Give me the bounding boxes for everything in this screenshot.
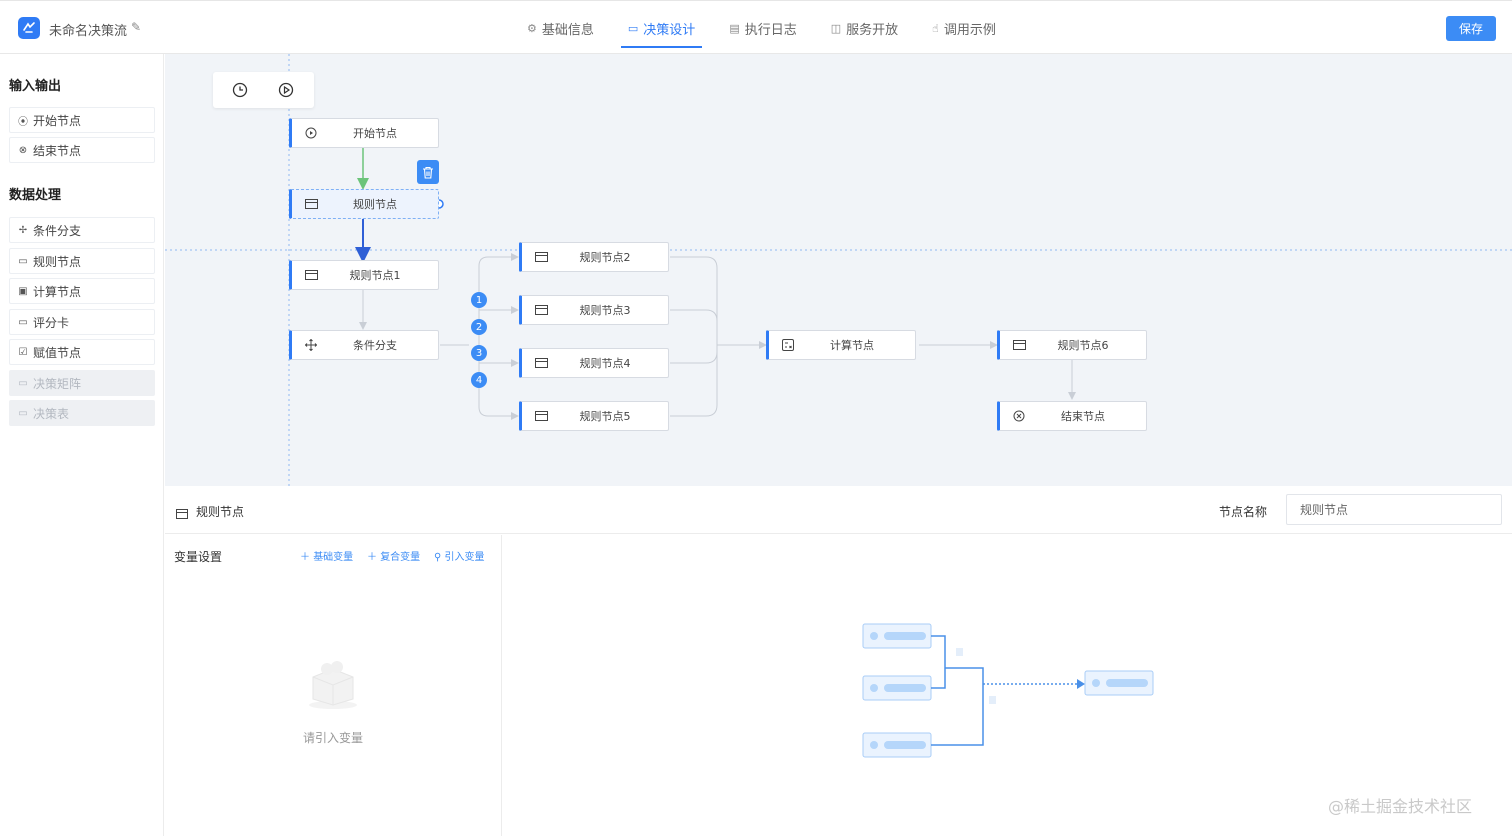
section-title-io: 输入输出 bbox=[9, 79, 62, 94]
app-logo-icon bbox=[18, 17, 40, 39]
thumb-icon: ☝ bbox=[932, 21, 939, 35]
main-tabs: ⚙ 基础信息 ▭ 决策设计 ▤ 执行日志 ◫ 服务开放 ☝ 调用示例 bbox=[510, 1, 1013, 55]
flow-node-rule1[interactable]: 规则节点1 bbox=[289, 260, 439, 290]
add-composite-variable-link[interactable]: ＋ 复合变量 bbox=[367, 548, 420, 563]
flow-node-rule2[interactable]: 规则节点2 bbox=[519, 242, 669, 272]
document-icon: ▤ bbox=[729, 21, 740, 35]
palette-item-scorecard[interactable]: ▭ 评分卡 bbox=[9, 309, 155, 335]
card-icon bbox=[534, 251, 548, 263]
edit-square-icon: ☑ bbox=[18, 346, 28, 358]
branch-badge-2[interactable]: 2 bbox=[471, 319, 487, 335]
node-palette: 输入输出 ⦿ 开始节点 ⊗ 结束节点 数据处理 ✢ 条件分支 ▭ 规则节点 ▣ 计算节点 … bbox=[0, 54, 164, 836]
tab-decision-design[interactable]: ▭ 决策设计 bbox=[611, 1, 712, 55]
top-bar: 未命名决策流 ✎ ⚙ 基础信息 ▭ 决策设计 ▤ 执行日志 ◫ 服务开放 ☝ 调用示例 保… bbox=[0, 0, 1512, 54]
card-icon bbox=[1012, 339, 1026, 351]
card-icon bbox=[304, 269, 318, 281]
empty-box-icon bbox=[309, 661, 357, 709]
trash-icon bbox=[423, 166, 433, 179]
flow-node-branch[interactable]: 条件分支 bbox=[289, 330, 439, 360]
save-button[interactable]: 保存 bbox=[1446, 16, 1496, 41]
play-circle-icon bbox=[304, 127, 318, 139]
close-circle-icon bbox=[1012, 410, 1026, 422]
calculator-icon bbox=[781, 339, 795, 351]
palette-item-end[interactable]: ⊗ 结束节点 bbox=[9, 137, 155, 163]
branch-badge-1[interactable]: 1 bbox=[471, 292, 487, 308]
close-circle-icon: ⊗ bbox=[18, 144, 28, 156]
node-name-input[interactable] bbox=[1286, 494, 1502, 525]
flow-node-rule-selected[interactable]: 规则节点 bbox=[289, 189, 439, 219]
flow-node-rule5[interactable]: 规则节点5 bbox=[519, 401, 669, 431]
import-variable-link[interactable]: ⚲ 引入变量 bbox=[434, 548, 485, 563]
card-icon bbox=[534, 304, 548, 316]
delete-node-button[interactable] bbox=[417, 160, 439, 184]
card-icon bbox=[534, 357, 548, 369]
branch-badge-4[interactable]: 4 bbox=[471, 372, 487, 388]
empty-flow-illustration bbox=[862, 623, 1154, 758]
branch-badge-3[interactable]: 3 bbox=[471, 345, 487, 361]
card-icon: ▭ bbox=[18, 255, 28, 267]
palette-item-assign[interactable]: ☑ 赋值节点 bbox=[9, 339, 155, 365]
design-icon: ▭ bbox=[627, 21, 639, 35]
app-title: 未命名决策流 bbox=[49, 24, 128, 39]
watermark: @稀土掘金技术社区 bbox=[1328, 797, 1473, 816]
card-icon: ▭ bbox=[18, 377, 28, 389]
calculator-icon: ▣ bbox=[18, 285, 28, 297]
gear-icon: ⚙ bbox=[527, 21, 537, 35]
tab-basic-info[interactable]: ⚙ 基础信息 bbox=[510, 1, 611, 55]
palette-item-table: ▭ 决策表 bbox=[9, 400, 155, 426]
history-icon[interactable] bbox=[230, 80, 250, 100]
card-icon bbox=[534, 410, 548, 422]
node-panel-header: 规则节点 节点名称 bbox=[165, 487, 1512, 534]
palette-item-branch[interactable]: ✢ 条件分支 bbox=[9, 217, 155, 243]
run-icon[interactable] bbox=[276, 80, 296, 100]
palette-item-start[interactable]: ⦿ 开始节点 bbox=[9, 107, 155, 133]
move-icon bbox=[304, 339, 318, 351]
card-icon bbox=[304, 198, 318, 210]
flow-node-calc[interactable]: 计算节点 bbox=[766, 330, 916, 360]
tab-execution-log[interactable]: ▤ 执行日志 bbox=[712, 1, 813, 55]
book-icon: ◫ bbox=[830, 21, 842, 35]
flow-node-rule6[interactable]: 规则节点6 bbox=[997, 330, 1147, 360]
card-icon bbox=[176, 504, 188, 523]
flow-node-rule4[interactable]: 规则节点4 bbox=[519, 348, 669, 378]
flow-node-start[interactable]: 开始节点 bbox=[289, 118, 439, 148]
play-circle-icon: ⦿ bbox=[18, 116, 28, 128]
canvas-toolbar bbox=[213, 72, 314, 108]
node-name-label: 节点名称 bbox=[1219, 505, 1268, 519]
empty-state-text: 请引入变量 bbox=[303, 731, 364, 745]
move-icon: ✢ bbox=[18, 224, 28, 236]
edit-title-icon[interactable]: ✎ bbox=[131, 20, 141, 34]
palette-item-rule[interactable]: ▭ 规则节点 bbox=[9, 248, 155, 274]
variable-settings-title: 变量设置 bbox=[174, 550, 223, 564]
tab-service-open[interactable]: ◫ 服务开放 bbox=[814, 1, 915, 55]
card-icon: ▭ bbox=[18, 407, 28, 419]
card-icon: ▭ bbox=[18, 316, 28, 328]
flow-node-end[interactable]: 结束节点 bbox=[997, 401, 1147, 431]
flow-node-rule3[interactable]: 规则节点3 bbox=[519, 295, 669, 325]
tab-call-example[interactable]: ☝ 调用示例 bbox=[915, 1, 1013, 55]
variable-settings-panel: 变量设置 ＋ 基础变量 ＋ 复合变量 ⚲ 引入变量 请引入变量 bbox=[165, 535, 502, 836]
section-title-data: 数据处理 bbox=[9, 188, 62, 203]
palette-item-calc[interactable]: ▣ 计算节点 bbox=[9, 278, 155, 304]
panel-title: 规则节点 bbox=[196, 505, 245, 519]
palette-item-matrix: ▭ 决策矩阵 bbox=[9, 370, 155, 396]
flow-canvas[interactable]: 开始节点 规则节点 规则节点1 条件分支 1 2 3 4 规则节点2 规则节点3… bbox=[165, 54, 1512, 486]
add-basic-variable-link[interactable]: ＋ 基础变量 bbox=[300, 548, 353, 563]
